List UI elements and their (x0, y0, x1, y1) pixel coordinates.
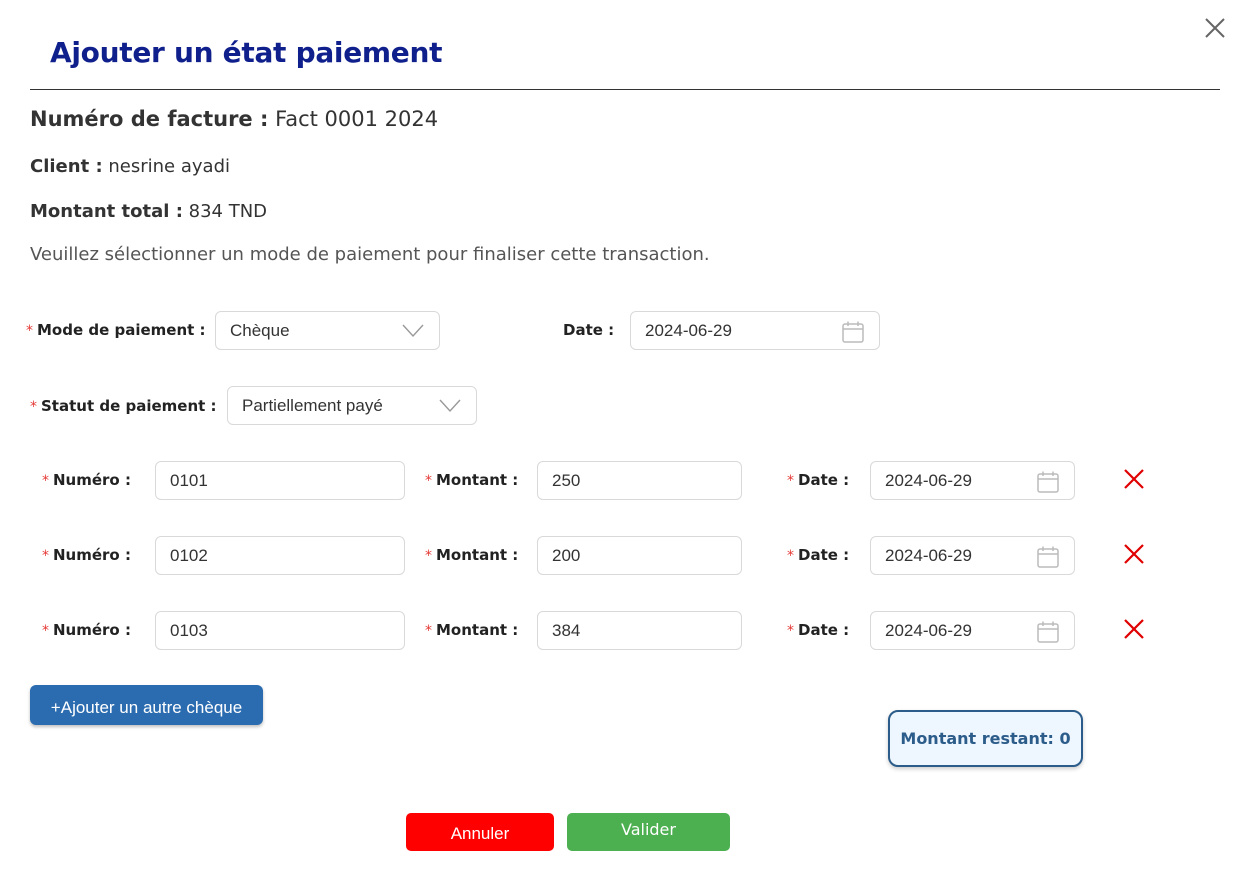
cheque-date-label: * Date : (787, 471, 849, 489)
payment-status-value: Partiellement payé (242, 395, 383, 415)
required-mark: * (42, 623, 49, 639)
payment-status-label: * Statut de paiement : (30, 397, 217, 415)
cheque-number-label: * Numéro : (42, 621, 131, 639)
cheque-date-label: * Date : (787, 546, 849, 564)
payment-dialog: Ajouter un état paiement Numéro de factu… (0, 0, 1252, 876)
cheque-number-field[interactable] (155, 536, 405, 575)
dialog-title: Ajouter un état paiement (50, 36, 443, 69)
payment-date-input[interactable] (645, 320, 865, 341)
invoice-number-label: Numéro de facture : (30, 107, 269, 131)
cheque-amount-label: * Montant : (425, 546, 518, 564)
total-info: Montant total : 834 TND (30, 201, 267, 222)
calendar-icon[interactable] (841, 320, 865, 344)
client-label: Client : (30, 156, 103, 177)
delete-cheque-icon[interactable] (1122, 467, 1146, 491)
payment-mode-label: * Mode de paiement : (26, 321, 206, 339)
cancel-button[interactable]: Annuler (406, 813, 554, 851)
cheque-amount-input[interactable] (552, 545, 727, 566)
total-label: Montant total : (30, 201, 183, 222)
cheque-amount-input[interactable] (552, 620, 727, 641)
calendar-icon[interactable] (1036, 545, 1060, 569)
add-cheque-button[interactable]: +Ajouter un autre chèque (30, 685, 263, 725)
cheque-date-label-text: Date : (798, 621, 850, 639)
cheque-number-label: * Numéro : (42, 546, 131, 564)
client-value: nesrine ayadi (108, 156, 230, 177)
cheque-date-label-text: Date : (798, 546, 850, 564)
cheque-number-field[interactable] (155, 461, 405, 500)
required-mark: * (425, 548, 432, 564)
cheque-number-input[interactable] (170, 545, 390, 566)
invoice-number-value: Fact 0001 2024 (275, 107, 439, 131)
cheque-amount-input[interactable] (552, 470, 727, 491)
cheque-number-input[interactable] (170, 470, 390, 491)
cheque-number-label-text: Numéro : (53, 621, 131, 639)
required-mark: * (42, 548, 49, 564)
date-label: Date : (563, 321, 615, 339)
required-mark: * (425, 623, 432, 639)
cheque-date-input[interactable] (885, 470, 1060, 491)
cheque-date-field[interactable] (870, 461, 1075, 500)
client-info: Client : nesrine ayadi (30, 156, 230, 177)
payment-mode-value: Chèque (230, 320, 290, 340)
remaining-amount-badge: Montant restant: 0 (888, 710, 1083, 767)
required-mark: * (30, 399, 37, 415)
required-mark: * (787, 623, 794, 639)
cheque-amount-field[interactable] (537, 611, 742, 650)
cheque-amount-field[interactable] (537, 536, 742, 575)
required-mark: * (787, 473, 794, 489)
required-mark: * (42, 473, 49, 489)
calendar-icon[interactable] (1036, 470, 1060, 494)
payment-status-label-text: Statut de paiement : (41, 397, 217, 415)
cheque-amount-label-text: Montant : (436, 546, 519, 564)
instruction-text: Veuillez sélectionner un mode de paiemen… (30, 244, 710, 265)
close-icon[interactable] (1203, 16, 1227, 40)
title-divider (30, 89, 1220, 90)
cheque-amount-field[interactable] (537, 461, 742, 500)
required-mark: * (787, 548, 794, 564)
payment-date-field[interactable] (630, 311, 880, 350)
cheque-amount-label-text: Montant : (436, 621, 519, 639)
cheque-date-label: * Date : (787, 621, 849, 639)
cheque-number-label-text: Numéro : (53, 546, 131, 564)
calendar-icon[interactable] (1036, 620, 1060, 644)
cheque-amount-label: * Montant : (425, 621, 518, 639)
cheque-amount-label-text: Montant : (436, 471, 519, 489)
cheque-number-label-text: Numéro : (53, 471, 131, 489)
cheque-amount-label: * Montant : (425, 471, 518, 489)
validate-button[interactable]: Valider (567, 813, 730, 851)
cheque-number-field[interactable] (155, 611, 405, 650)
chevron-down-icon (439, 399, 461, 413)
payment-mode-select[interactable]: Chèque (215, 311, 440, 350)
payment-mode-label-text: Mode de paiement : (37, 321, 206, 339)
cheque-date-label-text: Date : (798, 471, 850, 489)
cheque-date-field[interactable] (870, 611, 1075, 650)
cheque-date-input[interactable] (885, 620, 1060, 641)
cheque-date-field[interactable] (870, 536, 1075, 575)
delete-cheque-icon[interactable] (1122, 542, 1146, 566)
cheque-number-input[interactable] (170, 620, 390, 641)
invoice-number: Numéro de facture : Fact 0001 2024 (30, 107, 438, 131)
delete-cheque-icon[interactable] (1122, 617, 1146, 641)
chevron-down-icon (402, 324, 424, 338)
cheque-number-label: * Numéro : (42, 471, 131, 489)
payment-status-select[interactable]: Partiellement payé (227, 386, 477, 425)
required-mark: * (26, 323, 33, 339)
required-mark: * (425, 473, 432, 489)
cheque-date-input[interactable] (885, 545, 1060, 566)
total-value: 834 TND (188, 201, 268, 222)
